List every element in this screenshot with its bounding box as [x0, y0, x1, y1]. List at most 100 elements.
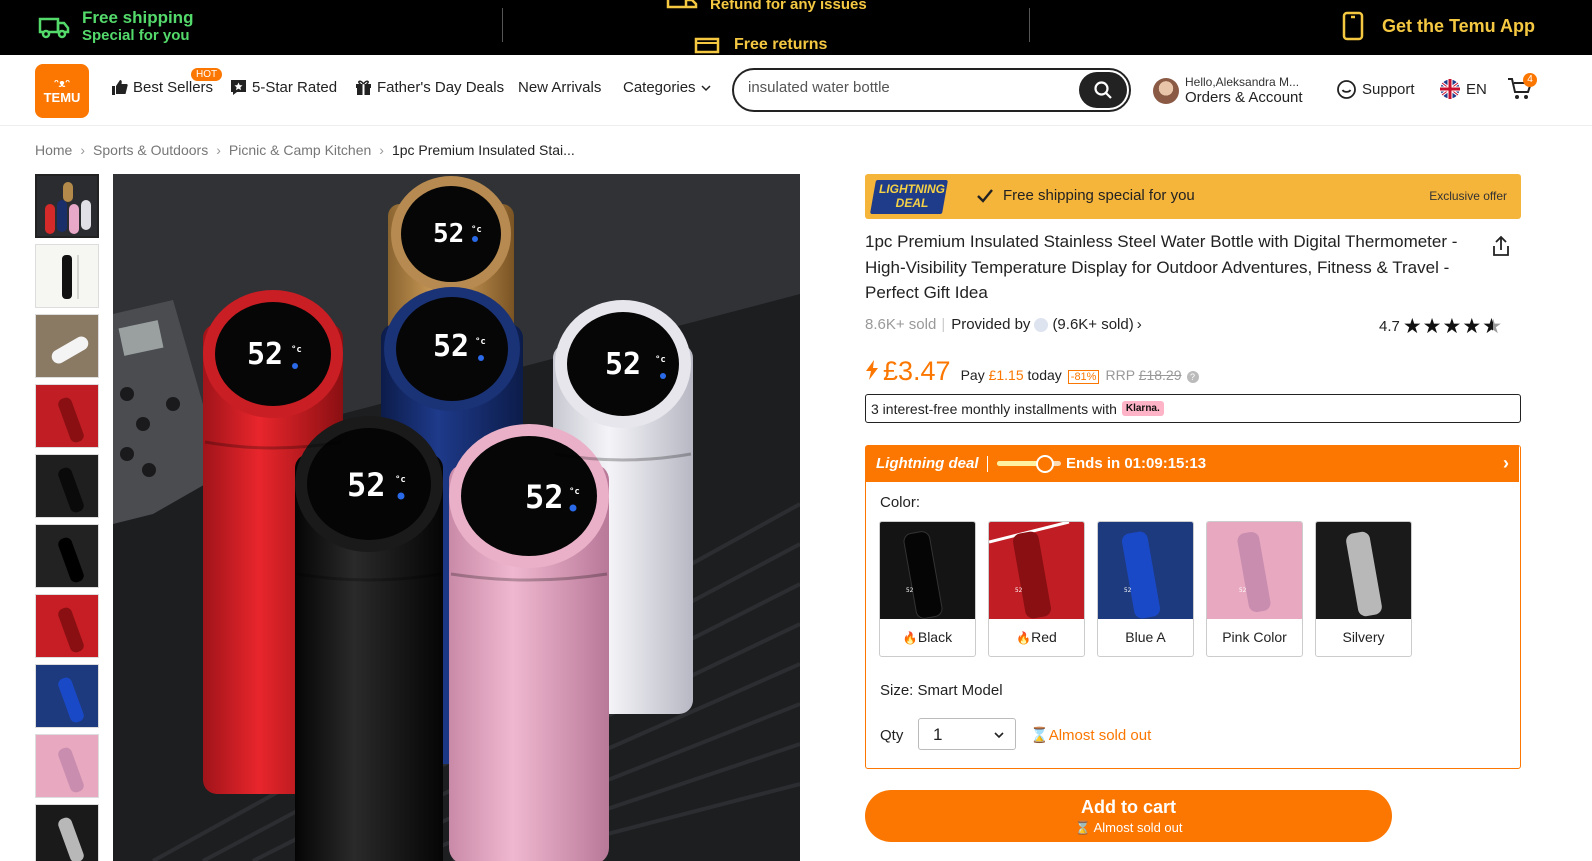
main-product-image[interactable]: 52 °c 52 °c 52 °c 52 °c 52 °c 52 °c	[113, 174, 800, 861]
quantity-select[interactable]: 1	[918, 718, 1016, 750]
get-app-promo[interactable]: Get the Temu App	[1342, 11, 1535, 41]
share-icon	[1493, 235, 1509, 256]
color-option-black[interactable]: 52 🔥Black	[879, 521, 976, 657]
add-to-cart-sub: ⌛ Almost sold out	[1074, 820, 1183, 835]
klarna-logo: Klarna.	[1121, 401, 1164, 416]
lightning-icon	[866, 360, 878, 380]
breadcrumb-current: 1pc Premium Insulated Stai...	[391, 142, 575, 158]
pay-amount: £1.15	[988, 367, 1024, 383]
svg-text:°c: °c	[655, 355, 666, 365]
free-shipping-title: Free shipping	[82, 8, 194, 27]
deal-banner: LIGHTNING DEAL Free shipping special for…	[865, 174, 1521, 219]
refund-promo[interactable]: Refund for any issues	[666, 0, 867, 13]
provider-sold[interactable]: (9.6K+ sold)	[1052, 316, 1133, 333]
nav-five-star[interactable]: 5-Star Rated	[230, 79, 337, 96]
size-label: Size: Smart Model	[880, 682, 1003, 699]
rrp-label: RRP	[1105, 367, 1135, 383]
help-icon[interactable]: ?	[1186, 371, 1199, 383]
add-to-cart-label: Add to cart	[1080, 797, 1176, 817]
search-bar	[732, 68, 1131, 112]
chevron-right-icon[interactable]: ›	[1503, 453, 1509, 474]
breadcrumb-picnic[interactable]: Picnic & Camp Kitchen	[229, 142, 371, 158]
account-label: Orders & Account	[1185, 89, 1303, 106]
lightning-deal-header[interactable]: Lightning deal Ends in 01:09:15:13 ›	[866, 446, 1519, 482]
svg-text:52: 52	[433, 329, 469, 364]
thumbnail[interactable]	[35, 594, 99, 658]
svg-text:52: 52	[906, 587, 914, 594]
check-icon	[977, 188, 993, 203]
thumbnail[interactable]	[35, 454, 99, 518]
installments-box[interactable]: 3 interest-free monthly installments wit…	[865, 394, 1521, 423]
divider	[987, 456, 988, 472]
lightning-deal-label: Lightning deal	[876, 455, 979, 472]
search-input[interactable]	[748, 79, 1068, 96]
rating-value: 4.7	[1379, 318, 1400, 335]
lightning-deal-panel: Lightning deal Ends in 01:09:15:13 › Col…	[865, 445, 1521, 769]
svg-text:°c: °c	[291, 345, 302, 355]
chat-icon	[1337, 80, 1356, 99]
share-button[interactable]	[1491, 235, 1511, 262]
color-label: Color:	[880, 494, 921, 511]
nav-fathers-day[interactable]: Father's Day Deals	[355, 79, 504, 96]
thumbnail[interactable]	[35, 734, 99, 798]
pay-today: Pay £1.15 today	[961, 367, 1062, 383]
deal-countdown: Ends in 01:09:15:13	[1066, 455, 1207, 472]
temu-logo[interactable]: ᵔᴥᵔ TEMU	[35, 64, 89, 118]
svg-text:52: 52	[347, 466, 386, 504]
installments-text: 3 interest-free monthly installments wit…	[871, 400, 1117, 417]
breadcrumb-separator-icon: ›	[216, 142, 221, 158]
return-box-icon	[694, 37, 720, 54]
thumbnail[interactable]	[35, 524, 99, 588]
nav-categories[interactable]: Categories	[623, 79, 717, 96]
color-option-pink[interactable]: 52 Pink Color	[1206, 521, 1303, 657]
color-option-blue[interactable]: 52 Blue A	[1097, 521, 1194, 657]
svg-text:52: 52	[1239, 587, 1247, 594]
star-rated-icon	[231, 80, 246, 95]
cart-button[interactable]: 4	[1507, 73, 1537, 106]
chevron-down-icon	[994, 732, 1004, 739]
discount-badge: -81%	[1067, 370, 1100, 384]
pay-prefix: Pay	[960, 367, 985, 383]
thumbnail[interactable]	[35, 804, 99, 861]
refund-text: Refund for any issues	[710, 0, 867, 13]
thumbnail[interactable]	[35, 664, 99, 728]
thumbnail[interactable]	[35, 384, 99, 448]
breadcrumb-home[interactable]: Home	[35, 142, 72, 158]
free-shipping-promo[interactable]: Free shipping Special for you	[38, 8, 193, 45]
product-rating[interactable]: 4.7 ★★★★★★	[1379, 314, 1503, 339]
svg-text:°c: °c	[475, 337, 486, 347]
provided-by-label: Provided by	[951, 316, 1031, 333]
price: £3.47	[883, 356, 951, 386]
account-menu[interactable]: Hello,Aleksandra M... Orders & Account	[1153, 75, 1303, 106]
rating-stars-icon: ★★★★★★	[1402, 315, 1502, 338]
svg-text:52: 52	[605, 347, 641, 382]
site-header: ᵔᴥᵔ TEMU Best Sellers HOT 5-Star Rated F…	[0, 55, 1592, 126]
thumbnail-list	[35, 174, 99, 861]
color-option-red[interactable]: 52 🔥Red	[988, 521, 1085, 657]
chevron-right-icon[interactable]: ›	[1137, 316, 1142, 333]
store-logo-icon[interactable]	[1034, 317, 1049, 332]
breadcrumb-sports[interactable]: Sports & Outdoors	[93, 142, 208, 158]
support-link[interactable]: Support	[1336, 79, 1415, 100]
promo-topbar: Free shipping Special for you Refund for…	[0, 0, 1592, 55]
nav-new-arrivals[interactable]: New Arrivals	[518, 79, 601, 96]
thumbnail[interactable]	[35, 174, 99, 238]
color-option-silver[interactable]: Silvery	[1315, 521, 1412, 657]
thumbnail[interactable]	[35, 244, 99, 308]
thumbnail[interactable]	[35, 314, 99, 378]
color-option-label: 🔥Red	[1016, 629, 1057, 645]
truck-icon	[38, 17, 70, 38]
nav-fathers-day-label: Father's Day Deals	[377, 79, 505, 96]
language-selector[interactable]: EN	[1440, 79, 1487, 99]
svg-text:°c: °c	[395, 475, 406, 485]
search-button[interactable]	[1079, 72, 1127, 108]
svg-text:52: 52	[525, 478, 564, 516]
add-to-cart-button[interactable]: Add to cart ⌛ Almost sold out	[865, 790, 1392, 842]
language-label: EN	[1466, 80, 1487, 98]
nav-best-sellers[interactable]: Best Sellers	[111, 79, 213, 96]
gift-icon	[356, 80, 371, 95]
nav-best-sellers-label: Best Sellers	[133, 79, 214, 96]
color-option-label: Silvery	[1342, 629, 1385, 645]
free-returns-promo[interactable]: Free returns	[694, 36, 827, 54]
pay-suffix: today	[1027, 367, 1062, 383]
